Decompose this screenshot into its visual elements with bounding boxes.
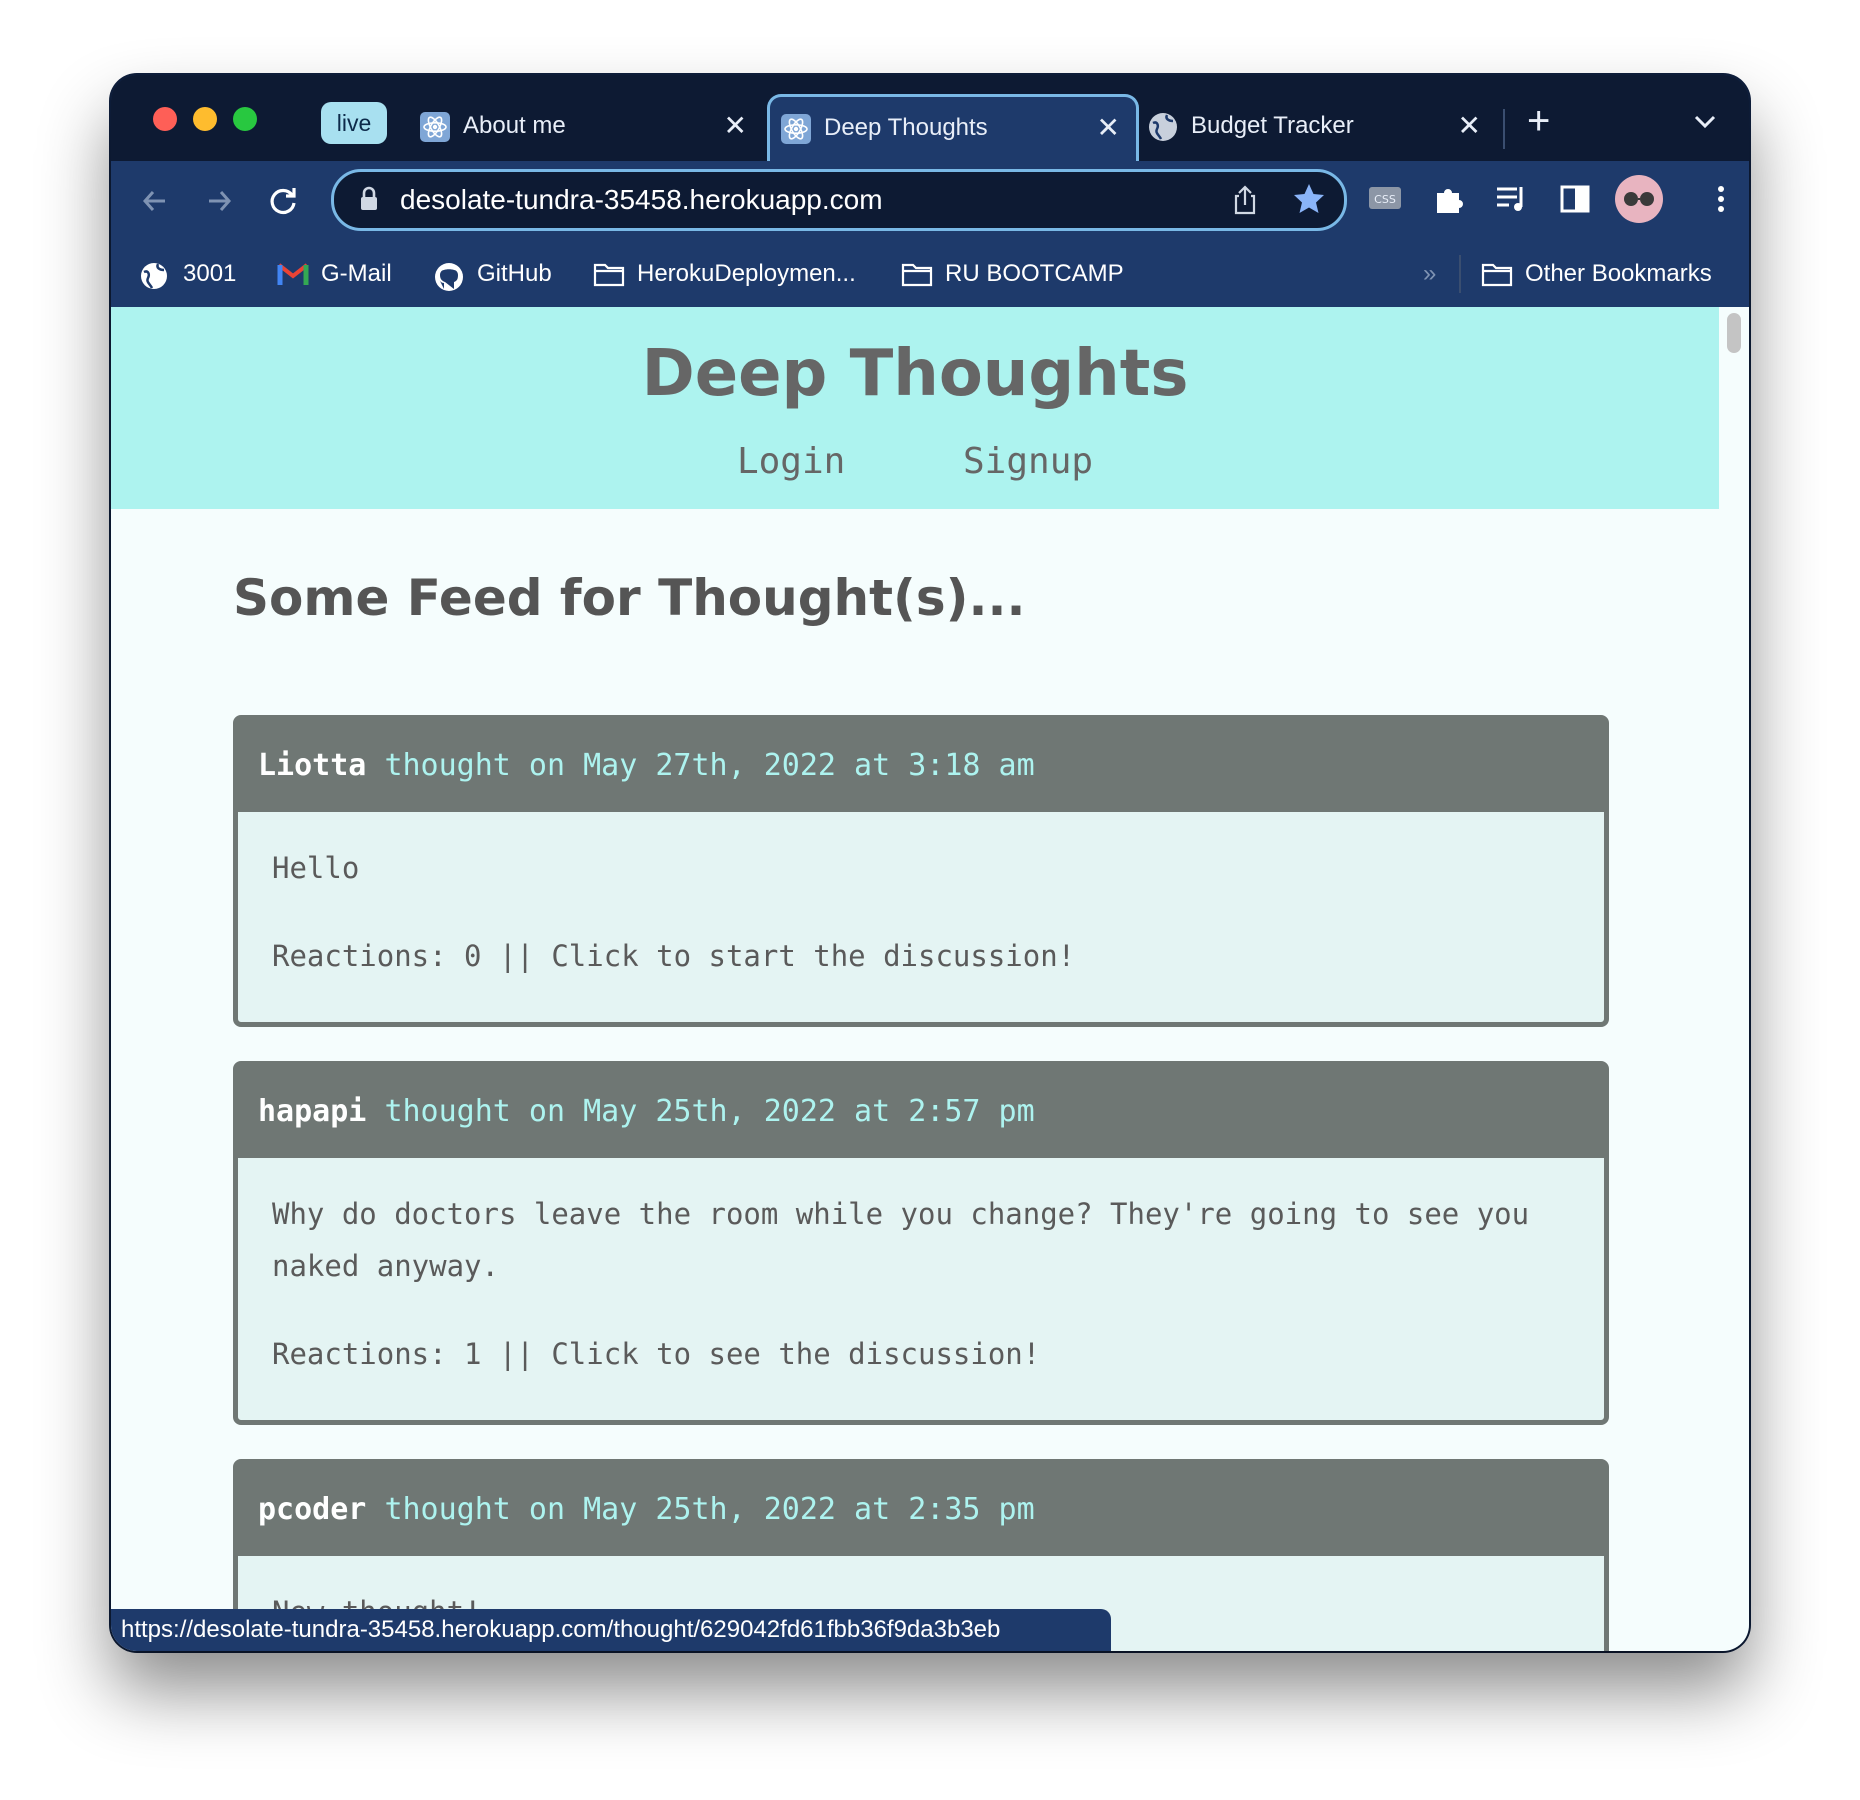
glasses-icon <box>1624 192 1654 206</box>
site-title[interactable]: Deep Thoughts <box>111 337 1719 411</box>
bookmark-folder-other[interactable]: Other Bookmarks <box>1481 241 1712 307</box>
close-tab-icon[interactable]: ✕ <box>724 95 747 157</box>
thought-meta: thought on May 27th, 2022 at 3:18 am <box>384 748 1035 783</box>
thought-reactions: Reactions: 1 || Click to see the discuss… <box>272 1337 1041 1371</box>
media-control-icon[interactable] <box>1491 179 1531 219</box>
tab-label: Budget Tracker <box>1191 112 1354 139</box>
globe-icon <box>141 263 167 289</box>
bookmark-label: HerokuDeploymen... <box>637 260 856 287</box>
tab-separator <box>1503 109 1505 149</box>
lock-icon <box>361 186 377 210</box>
react-icon <box>781 114 811 144</box>
bookmark-3001[interactable]: 3001 <box>139 241 236 307</box>
scrollbar-thumb[interactable] <box>1727 313 1741 353</box>
thought-card: hapapi thought on May 25th, 2022 at 2:57… <box>233 1061 1609 1425</box>
bookmark-separator <box>1459 255 1461 293</box>
gmail-icon <box>277 263 309 285</box>
profile-avatar[interactable] <box>1615 175 1663 223</box>
minimize-window-button[interactable] <box>193 107 217 131</box>
tab-strip: live About me ✕ Deep Thoughts ✕ Budget T… <box>111 75 1749 161</box>
tab-label: Deep Thoughts <box>824 114 988 141</box>
site-nav: Login Signup <box>111 441 1719 482</box>
tab-about-me[interactable]: About me ✕ <box>409 95 763 161</box>
tab-deep-thoughts[interactable]: Deep Thoughts ✕ <box>767 94 1139 161</box>
bookmark-folder-heroku[interactable]: HerokuDeploymen... <box>593 241 856 307</box>
bookmark-github[interactable]: GitHub <box>433 241 552 307</box>
bookmark-folder-ru-bootcamp[interactable]: RU BOOTCAMP <box>901 241 1124 307</box>
close-window-button[interactable] <box>153 107 177 131</box>
tab-group-live[interactable]: live <box>321 102 387 144</box>
address-bar[interactable]: desolate-tundra-35458.herokuapp.com <box>331 169 1347 231</box>
tab-label: About me <box>463 112 566 139</box>
maximize-window-button[interactable] <box>233 107 257 131</box>
thought-text: Hello <box>272 851 360 885</box>
thought-meta: thought on May 25th, 2022 at 2:57 pm <box>384 1094 1035 1129</box>
link-status-bar: https://desolate-tundra-35458.herokuapp.… <box>111 1609 1111 1651</box>
tab-budget-tracker[interactable]: Budget Tracker ✕ <box>1137 95 1497 161</box>
folder-icon <box>1481 263 1513 287</box>
thought-card: Liotta thought on May 27th, 2022 at 3:18… <box>233 715 1609 1027</box>
page-scrollbar[interactable] <box>1719 307 1749 1651</box>
svg-text:CSS: CSS <box>1374 193 1396 206</box>
chevron-down-icon[interactable] <box>1691 107 1719 135</box>
url-text: desolate-tundra-35458.herokuapp.com <box>400 184 883 215</box>
thought-reactions: Reactions: 0 || Click to start the discu… <box>272 939 1076 973</box>
star-icon[interactable] <box>1292 182 1326 216</box>
react-icon <box>420 112 450 142</box>
signup-link[interactable]: Signup <box>963 441 1093 482</box>
close-tab-icon[interactable]: ✕ <box>1097 97 1120 159</box>
bookmarks-overflow-chevron[interactable]: » <box>1423 241 1436 307</box>
css-extension-icon[interactable]: CSS <box>1365 179 1405 219</box>
browser-window: live About me ✕ Deep Thoughts ✕ Budget T… <box>111 75 1749 1651</box>
feed-title: Some Feed for Thought(s)... <box>233 569 1026 627</box>
new-tab-button[interactable]: + <box>1527 99 1550 144</box>
page-viewport: Deep Thoughts Login Signup Some Feed for… <box>111 307 1719 1651</box>
github-icon <box>435 263 463 291</box>
thought-username[interactable]: Liotta <box>258 748 366 783</box>
folder-icon <box>593 263 625 287</box>
reload-icon[interactable] <box>263 181 303 221</box>
browser-toolbar: desolate-tundra-35458.herokuapp.com CSS <box>111 161 1749 241</box>
bookmark-label: Other Bookmarks <box>1525 260 1712 287</box>
close-tab-icon[interactable]: ✕ <box>1458 95 1481 157</box>
login-link[interactable]: Login <box>737 441 845 482</box>
thought-body[interactable]: Why do doctors leave the room while you … <box>238 1158 1604 1410</box>
bookmark-gmail[interactable]: G-Mail <box>277 241 392 307</box>
thought-body[interactable]: Hello Reactions: 0 || Click to start the… <box>238 812 1604 1012</box>
thought-card-header: pcoder thought on May 25th, 2022 at 2:35… <box>238 1464 1604 1556</box>
thought-meta: thought on May 25th, 2022 at 2:35 pm <box>384 1492 1035 1527</box>
folder-icon <box>901 263 933 287</box>
share-icon[interactable] <box>1230 184 1260 216</box>
side-panel-icon[interactable] <box>1555 179 1595 219</box>
back-arrow-icon[interactable] <box>135 181 175 221</box>
forward-arrow-icon[interactable] <box>199 181 239 221</box>
thought-card-header: Liotta thought on May 27th, 2022 at 3:18… <box>238 720 1604 812</box>
thought-card-header: hapapi thought on May 25th, 2022 at 2:57… <box>238 1066 1604 1158</box>
globe-icon <box>1149 113 1177 141</box>
thought-username[interactable]: pcoder <box>258 1492 366 1527</box>
puzzle-extension-icon[interactable] <box>1429 179 1469 219</box>
bookmarks-bar: 3001 G-Mail GitHub HerokuDeploymen... RU… <box>111 241 1749 307</box>
more-menu-icon[interactable] <box>1701 179 1741 219</box>
thought-text: Why do doctors leave the room while you … <box>272 1197 1530 1283</box>
bookmark-label: RU BOOTCAMP <box>945 260 1124 287</box>
site-header: Deep Thoughts Login Signup <box>111 307 1719 509</box>
thought-username[interactable]: hapapi <box>258 1094 366 1129</box>
